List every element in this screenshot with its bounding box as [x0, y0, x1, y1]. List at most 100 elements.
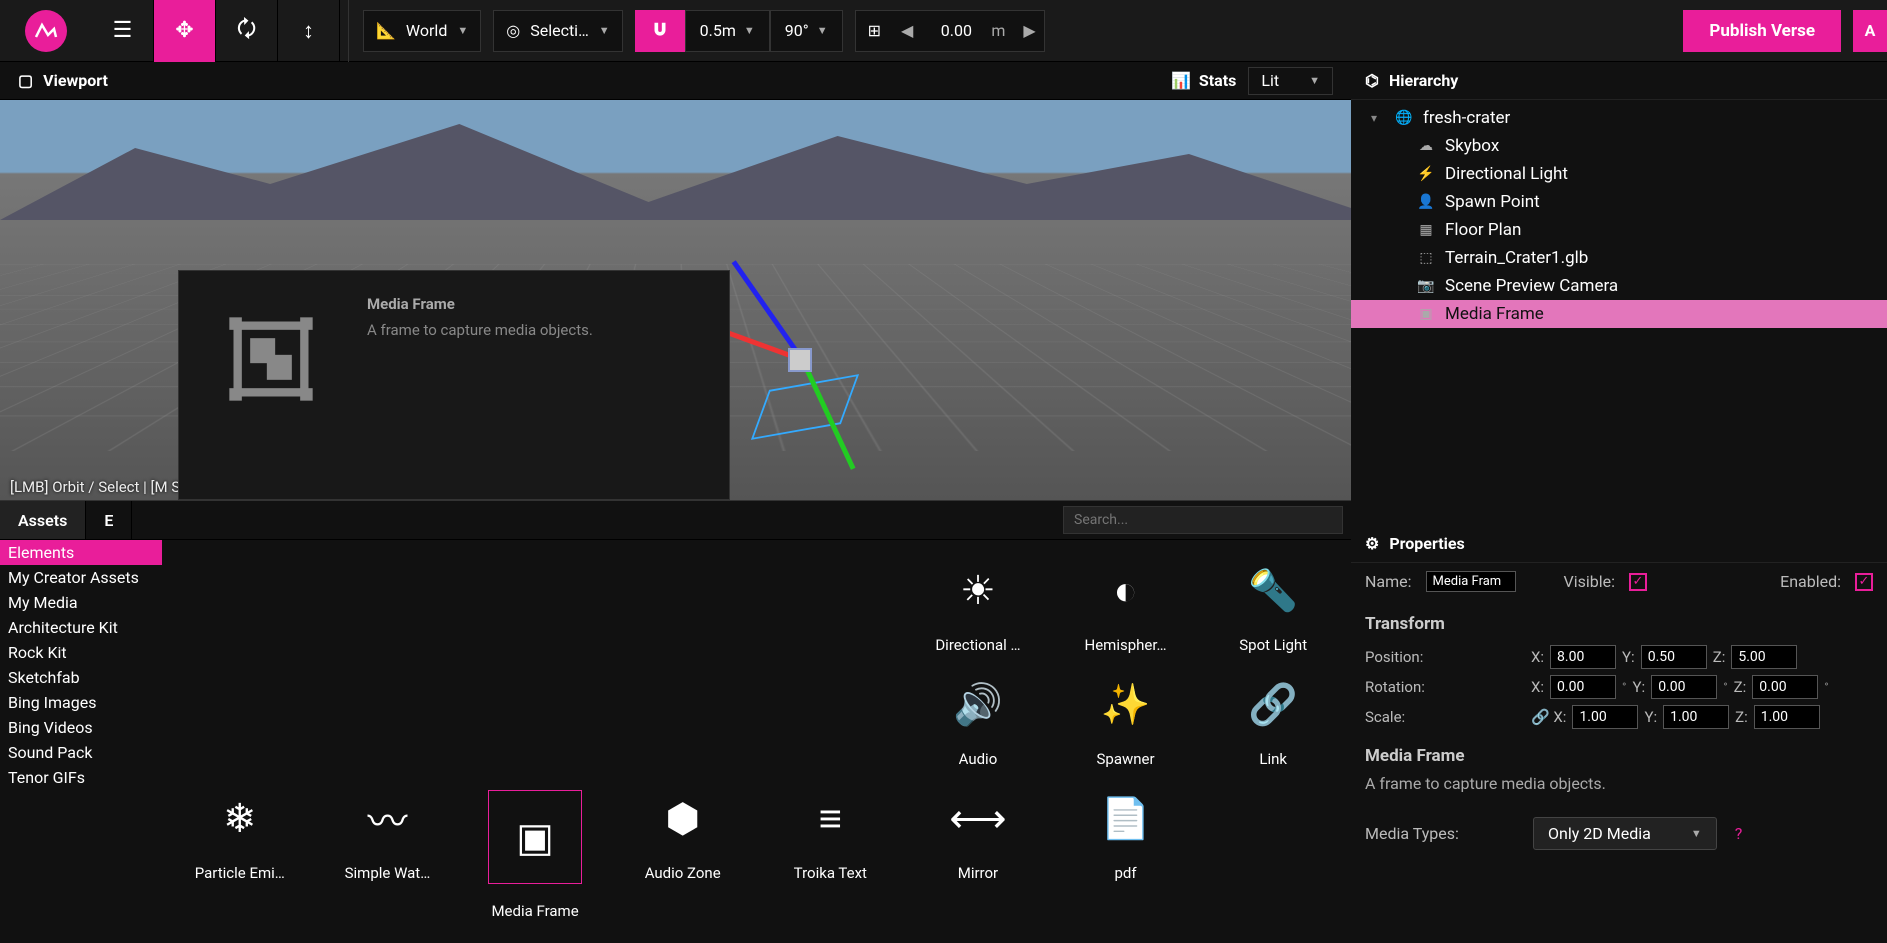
publish-button[interactable]: Publish Verse — [1683, 10, 1841, 52]
name-input[interactable] — [1426, 571, 1516, 592]
viewport-canvas[interactable]: [LMB] Orbit / Select | [M SC] Deselect A… — [0, 100, 1351, 500]
app-logo[interactable] — [0, 10, 92, 52]
category-item[interactable]: Bing Videos — [0, 715, 162, 740]
help-icon[interactable]: ? — [1735, 824, 1743, 843]
Mirror-icon: ⟷ — [950, 790, 1006, 846]
element-label: pdf — [1115, 864, 1137, 882]
hierarchy-item[interactable]: ☁Skybox — [1351, 132, 1887, 160]
settings-icon: ⚙ — [1365, 534, 1379, 553]
category-item[interactable]: My Media — [0, 590, 162, 615]
element-item[interactable]: 🔗Link — [1199, 662, 1347, 776]
element-item[interactable]: ✨Spawner — [1052, 662, 1200, 776]
grid-increase[interactable]: ▶ — [1015, 21, 1043, 40]
element-item[interactable]: ⟷ Mirror — [904, 776, 1052, 928]
rotation-x-input[interactable] — [1550, 675, 1616, 699]
grid-value: 0.00 — [921, 21, 991, 40]
element-item[interactable]: ◐Hemispher… — [1052, 548, 1200, 662]
category-item[interactable]: Elements — [0, 540, 162, 565]
Media Frame-icon: ▣ — [488, 790, 582, 884]
user-avatar[interactable]: A — [1853, 10, 1887, 52]
hierarchy-item[interactable]: 👤Spawn Point — [1351, 188, 1887, 216]
media-frame-desc: A frame to capture media objects. — [1365, 774, 1873, 793]
element-item[interactable]: ▣Media Frame — [461, 776, 609, 928]
hierarchy-item[interactable]: ⚡Directional Light — [1351, 160, 1887, 188]
category-item[interactable]: Sound Pack — [0, 740, 162, 765]
hierarchy-icon: ⌬ — [1365, 71, 1379, 90]
Hemispher…-icon: ◐ — [1098, 562, 1154, 618]
element-item[interactable]: 🔊 Audio — [904, 662, 1052, 776]
enabled-label: Enabled: — [1780, 572, 1841, 591]
tooltip-title: Media Frame — [367, 295, 593, 313]
element-label: Mirror — [958, 864, 998, 882]
category-item[interactable]: My Creator Assets — [0, 565, 162, 590]
hierarchy-item[interactable]: ▦Floor Plan — [1351, 216, 1887, 244]
element-item[interactable]: ≡ Troika Text — [757, 776, 905, 928]
visible-label: Visible: — [1564, 572, 1615, 591]
hierarchy-item[interactable]: ⬚Terrain_Crater1.glb — [1351, 244, 1887, 272]
snap-toggle[interactable] — [635, 10, 685, 52]
Particle Emi…-icon: ❄ — [212, 790, 268, 846]
category-item[interactable]: Architecture Kit — [0, 615, 162, 640]
scale-y-input[interactable] — [1663, 705, 1729, 729]
position-y-input[interactable] — [1641, 645, 1707, 669]
scale-z-input[interactable] — [1754, 705, 1820, 729]
pdf-icon: 📄 — [1098, 790, 1154, 846]
element-label: Simple Wat… — [345, 864, 431, 882]
scale-tool[interactable]: ↕ — [278, 0, 340, 62]
move-tool[interactable]: ✥ — [154, 0, 216, 62]
position-z-input[interactable] — [1731, 645, 1797, 669]
element-item[interactable]: ❄Particle Emi… — [166, 776, 314, 928]
media-types-select[interactable]: Only 2D Media▼ — [1533, 817, 1717, 850]
rotation-y-input[interactable] — [1651, 675, 1717, 699]
assets-tab-2[interactable]: E — [86, 501, 132, 539]
snap-angle-select[interactable]: 90°▼ — [770, 10, 843, 52]
snap-linear-select[interactable]: 0.5m▼ — [685, 10, 770, 52]
visible-checkbox[interactable]: ✓ — [1629, 573, 1647, 591]
element-label: Troika Text — [794, 864, 867, 882]
category-item[interactable]: Bing Images — [0, 690, 162, 715]
scale-label: Scale: — [1365, 708, 1525, 726]
element-label: Audio Zone — [645, 864, 721, 882]
Directional …-icon: ☀ — [950, 562, 1006, 618]
hierarchy-root[interactable]: ▾🌐fresh-crater — [1351, 104, 1887, 132]
element-label: Spawner — [1097, 750, 1155, 768]
assets-search-input[interactable] — [1063, 506, 1343, 534]
Audio Zone-icon: ⬢ — [655, 790, 711, 846]
hierarchy-item[interactable]: ▣Media Frame — [1351, 300, 1887, 328]
Spot Light-icon: 🔦 — [1245, 562, 1301, 618]
assets-tab[interactable]: Assets — [0, 501, 86, 539]
scale-x-input[interactable] — [1572, 705, 1638, 729]
category-item[interactable]: Tenor GIFs — [0, 765, 162, 790]
element-label: Directional … — [935, 636, 1020, 654]
element-label: Audio — [959, 750, 998, 768]
grid-icon: ⊞ — [856, 21, 893, 40]
element-item[interactable]: 〰Simple Wat… — [314, 776, 462, 928]
element-item[interactable]: 📄 pdf — [1052, 776, 1200, 928]
hierarchy-item[interactable]: 📷Scene Preview Camera — [1351, 272, 1887, 300]
element-label: Spot Light — [1239, 636, 1307, 654]
enabled-checkbox[interactable]: ✓ — [1855, 573, 1873, 591]
transform-section-title: Transform — [1365, 614, 1873, 634]
transform-space-value: World — [406, 21, 447, 40]
name-label: Name: — [1365, 572, 1412, 591]
transform-space-select[interactable]: 📐 World ▼ — [363, 10, 481, 52]
render-mode-select[interactable]: Lit▼ — [1248, 67, 1333, 95]
position-x-input[interactable] — [1550, 645, 1616, 669]
Audio-icon: 🔊 — [950, 676, 1006, 732]
grid-unit: m — [991, 21, 1015, 40]
element-item[interactable]: 🔦 Spot Light — [1199, 548, 1347, 662]
element-item[interactable]: ☀ Directional … — [904, 548, 1052, 662]
category-item[interactable]: Rock Kit — [0, 640, 162, 665]
axes-icon: 📐 — [376, 21, 396, 40]
hierarchy-header: ⌬ Hierarchy — [1351, 62, 1887, 100]
Troika Text-icon: ≡ — [802, 790, 858, 846]
category-item[interactable]: Sketchfab — [0, 665, 162, 690]
stats-toggle[interactable]: 📊Stats — [1171, 71, 1236, 90]
link-scale-icon[interactable]: 🔗 X: — [1531, 708, 1566, 726]
element-item[interactable]: ⬢ Audio Zone — [609, 776, 757, 928]
menu-button[interactable]: ☰ — [92, 0, 154, 62]
grid-decrease[interactable]: ◀ — [893, 21, 921, 40]
rotation-z-input[interactable] — [1752, 675, 1818, 699]
rotate-tool[interactable]: 🗘 — [216, 0, 278, 62]
pivot-select[interactable]: ◎ Selecti… ▼ — [493, 10, 622, 52]
